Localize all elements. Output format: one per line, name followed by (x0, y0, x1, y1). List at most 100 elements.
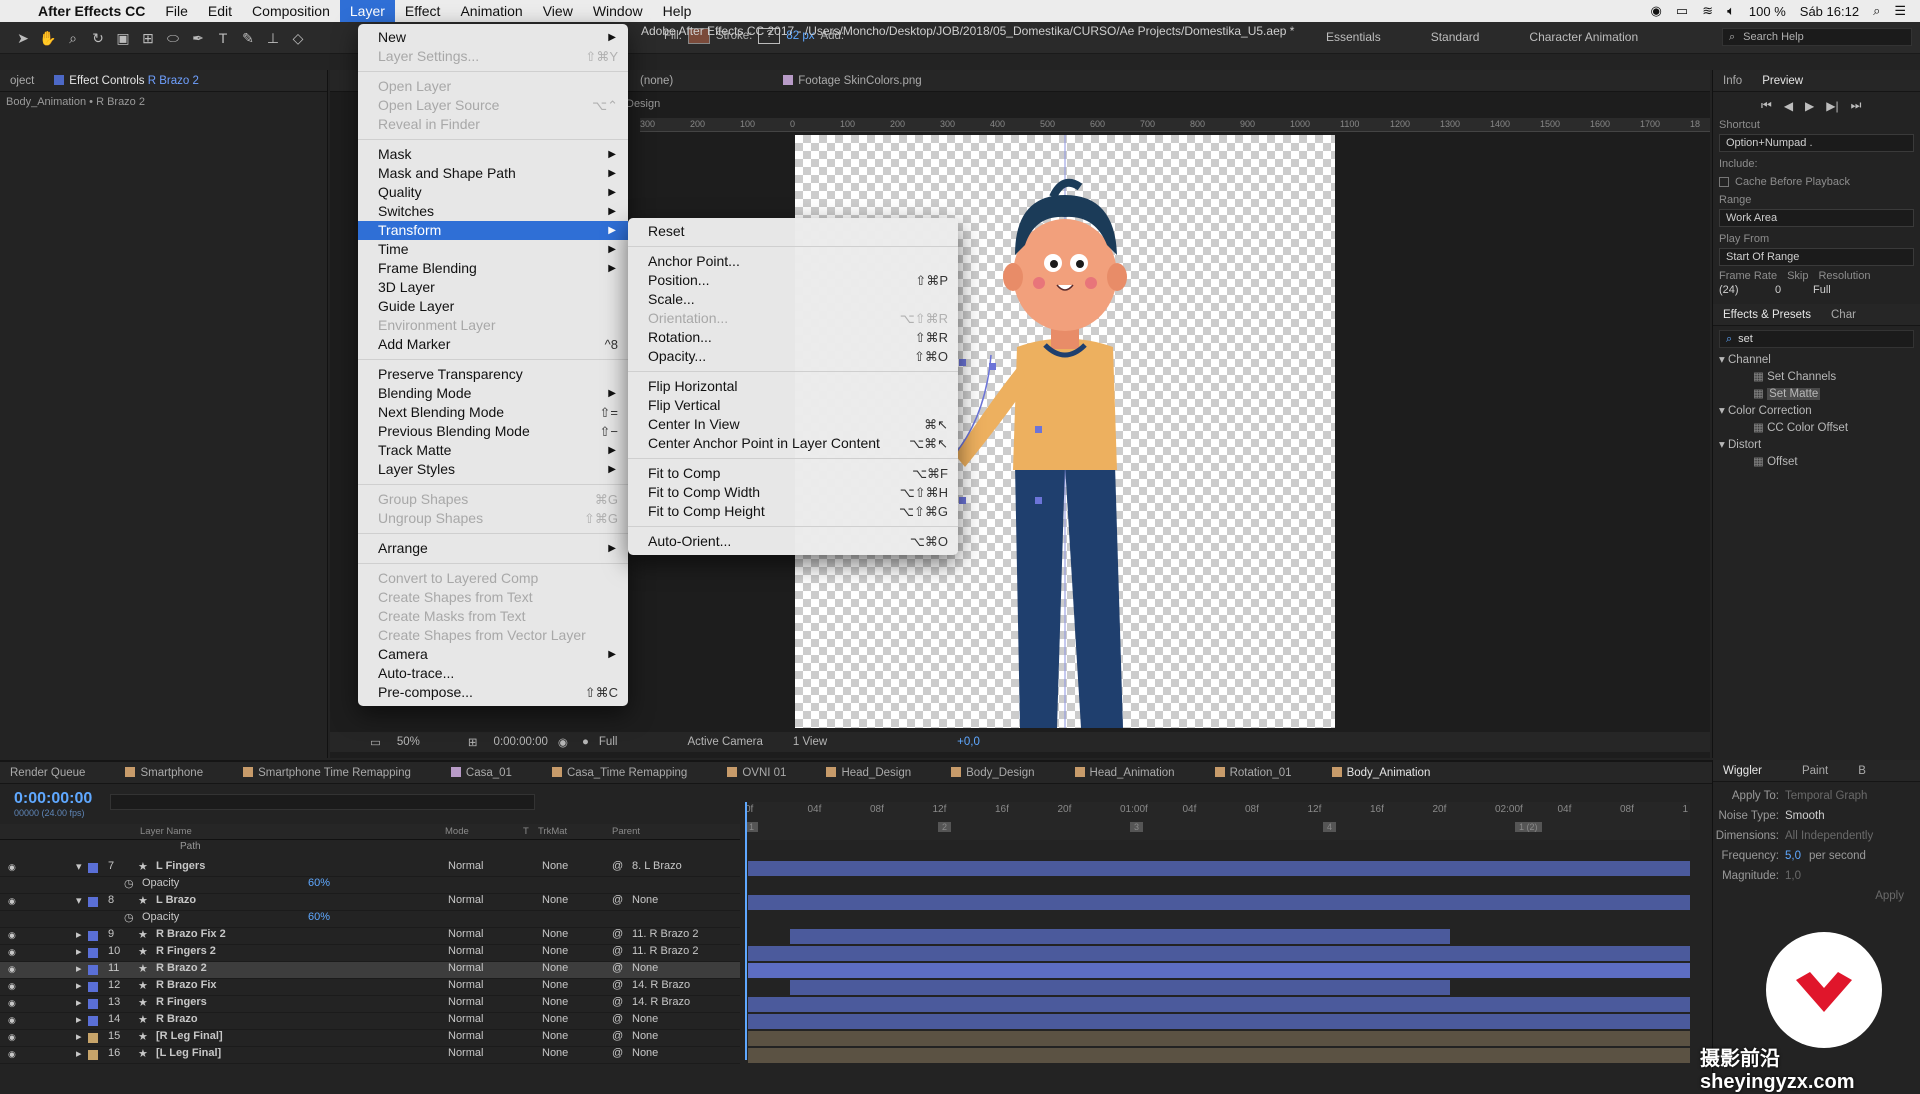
noise-select[interactable]: Smooth (1785, 810, 1825, 822)
tab-info[interactable]: Info (1713, 70, 1752, 92)
property-value[interactable]: 60% (308, 877, 330, 889)
parent-pickwhip-icon[interactable]: @ (612, 979, 623, 991)
timeline-search[interactable] (110, 794, 535, 810)
track-matte-select[interactable]: None (542, 894, 568, 906)
comp-tab-rotation-01[interactable]: Rotation_01 (1205, 762, 1302, 784)
parent-pickwhip-icon[interactable]: @ (612, 1013, 623, 1025)
tab-project[interactable]: oject (0, 70, 44, 92)
visibility-eye-icon[interactable]: ◉ (8, 896, 16, 907)
menu-item-switches[interactable]: Switches ▶ (358, 202, 628, 221)
col-parent[interactable]: Parent (612, 826, 640, 837)
layer-name[interactable]: [L Leg Final] (156, 1047, 221, 1059)
label-color-swatch[interactable] (88, 948, 98, 958)
parent-select[interactable]: None (632, 1047, 658, 1059)
track-matte-select[interactable]: None (542, 1047, 568, 1059)
notification-icon[interactable]: ☰ (1894, 3, 1906, 19)
label-color-swatch[interactable] (88, 1016, 98, 1026)
tab-effect-controls[interactable]: Effect Controls R Brazo 2 (44, 70, 209, 92)
menu-item-track-matte[interactable]: Track Matte ▶ (358, 441, 628, 460)
layer-duration-bar[interactable] (748, 1048, 1690, 1063)
tab-wiggler[interactable]: Wiggler (1713, 760, 1772, 782)
parent-pickwhip-icon[interactable]: @ (612, 1030, 623, 1042)
record-icon[interactable]: ◉ (1651, 3, 1662, 19)
menu-item-fit-to-comp-height[interactable]: Fit to Comp Height ⌥⇧⌘G (628, 502, 958, 521)
menu-composition[interactable]: Composition (242, 0, 340, 22)
parent-pickwhip-icon[interactable]: @ (612, 996, 623, 1008)
label-color-swatch[interactable] (88, 999, 98, 1009)
layer-name[interactable]: R Brazo Fix 2 (156, 928, 226, 940)
menu-item-new[interactable]: New ▶ (358, 28, 628, 47)
selection-tool-icon[interactable]: ➤ (12, 27, 34, 49)
parent-pickwhip-icon[interactable]: @ (612, 928, 623, 940)
layer-duration-bar[interactable] (790, 929, 1450, 944)
menu-item-auto-orient[interactable]: Auto-Orient... ⌥⌘O (628, 532, 958, 551)
blend-mode-select[interactable]: Normal (448, 928, 483, 940)
menu-item-add-marker[interactable]: Add Marker ^8 (358, 335, 628, 354)
layer-name[interactable]: L Brazo (156, 894, 196, 906)
visibility-eye-icon[interactable]: ◉ (8, 862, 16, 873)
comp-marker[interactable]: 1 (2) (1515, 822, 1542, 832)
ellipse-tool-icon[interactable]: ⬭ (162, 27, 184, 49)
menu-effect[interactable]: Effect (395, 0, 451, 22)
layer-row-l-brazo[interactable]: ◉ ▾ 8 ★ L Brazo Normal None @ None (0, 894, 740, 911)
layer-duration-bar[interactable] (748, 997, 1690, 1012)
camera-tool-icon[interactable]: ▣ (112, 27, 134, 49)
track-matte-select[interactable]: None (542, 979, 568, 991)
expand-triangle-icon[interactable]: ▸ (76, 1030, 82, 1043)
type-tool-icon[interactable]: T (212, 27, 234, 49)
menu-item-fit-to-comp-width[interactable]: Fit to Comp Width ⌥⇧⌘H (628, 483, 958, 502)
clock[interactable]: Sáb 16:12 (1800, 4, 1859, 19)
preview-icon[interactable]: ▭ (370, 735, 381, 749)
label-color-swatch[interactable] (88, 863, 98, 873)
visibility-eye-icon[interactable]: ◉ (8, 981, 16, 992)
snapshot-icon[interactable]: ◉ (558, 735, 568, 749)
layer-duration-bar[interactable] (790, 980, 1450, 995)
effects-category[interactable]: ▾ Color Correction (1713, 403, 1920, 420)
blend-mode-select[interactable]: Normal (448, 979, 483, 991)
tab-paint[interactable]: Paint (1792, 760, 1838, 782)
color-channels-icon[interactable]: ● (582, 736, 589, 748)
menu-item-reset[interactable]: Reset (628, 222, 958, 241)
layer-row-l-fingers[interactable]: ◉ ▾ 7 ★ L Fingers Normal None @8. L Brazo (0, 860, 740, 877)
menu-item-scale[interactable]: Scale... (628, 290, 958, 309)
comp-tab-render-queue[interactable]: Render Queue (0, 762, 95, 784)
menu-item-3d-layer[interactable]: 3D Layer (358, 278, 628, 297)
views-select[interactable]: 1 View (793, 736, 827, 748)
disclosure-triangle-icon[interactable]: ▾ (1719, 405, 1728, 417)
layer-duration-bar[interactable] (748, 946, 1690, 961)
parent-select[interactable]: None (632, 962, 658, 974)
effect-item-set-matte[interactable]: ▦ Set Matte (1713, 386, 1920, 403)
mag-value[interactable]: 1,0 (1785, 870, 1801, 882)
comp-tab-smartphone-time-remapping[interactable]: Smartphone Time Remapping (233, 762, 421, 784)
menu-help[interactable]: Help (653, 0, 702, 22)
expand-triangle-icon[interactable]: ▸ (76, 979, 82, 992)
play-icon[interactable]: ▶ (1805, 99, 1814, 113)
visibility-eye-icon[interactable]: ◉ (8, 930, 16, 941)
tab-preview[interactable]: Preview (1752, 70, 1813, 92)
layer-row-l-leg-final[interactable]: ◉ ▸ 16 ★ [L Leg Final] Normal None @ None (0, 1047, 740, 1064)
track-matte-select[interactable]: None (542, 996, 568, 1008)
menu-item-arrange[interactable]: Arrange ▶ (358, 539, 628, 558)
pen-tool-icon[interactable]: ✒ (187, 27, 209, 49)
disclosure-triangle-icon[interactable]: ▾ (1719, 439, 1728, 451)
visibility-eye-icon[interactable]: ◉ (8, 1049, 16, 1060)
frame-rate-select[interactable]: (24) (1719, 284, 1767, 296)
col-t[interactable]: T (523, 826, 529, 837)
parent-select[interactable]: None (632, 894, 658, 906)
menu-item-preserve-transparency[interactable]: Preserve Transparency (358, 365, 628, 384)
blend-mode-select[interactable]: Normal (448, 1030, 483, 1042)
wifi-icon[interactable]: ≋ (1702, 3, 1713, 19)
menu-item-opacity[interactable]: Opacity... ⇧⌘O (628, 347, 958, 366)
menu-item-frame-blending[interactable]: Frame Blending ▶ (358, 259, 628, 278)
comp-tab-smartphone[interactable]: Smartphone (115, 762, 213, 784)
label-color-swatch[interactable] (88, 897, 98, 907)
comp-tab-head-design[interactable]: Head_Design (816, 762, 921, 784)
layer-duration-bar[interactable] (748, 1031, 1690, 1046)
apply-to-select[interactable]: Temporal Graph (1785, 790, 1867, 802)
col-trkmat[interactable]: TrkMat (538, 826, 567, 837)
menu-item-quality[interactable]: Quality ▶ (358, 183, 628, 202)
blend-mode-select[interactable]: Normal (448, 1047, 483, 1059)
track-matte-select[interactable]: None (542, 1030, 568, 1042)
range-select[interactable]: Work Area (1719, 209, 1914, 227)
label-color-swatch[interactable] (88, 931, 98, 941)
